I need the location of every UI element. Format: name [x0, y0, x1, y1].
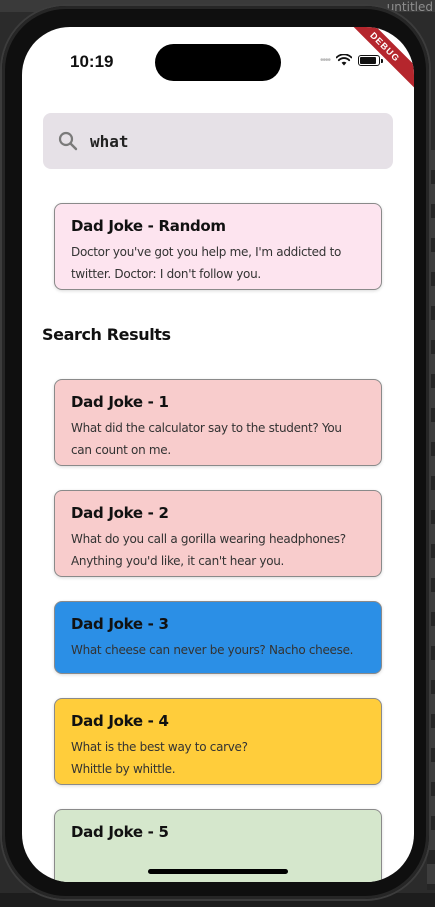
signal-icon: •••• — [319, 54, 331, 66]
battery-icon — [358, 54, 383, 66]
status-time: 10:19 — [70, 52, 114, 71]
phone-frame: 10:19 •••• DEBUG what Dad Joke - Random … — [2, 6, 429, 899]
result-card-4[interactable]: Dad Joke - 4 What is the best way to car… — [54, 698, 382, 785]
random-joke-card[interactable]: Dad Joke - Random Doctor you've got you … — [54, 203, 382, 290]
card-body: What is the best way to carve? Whittle b… — [71, 740, 248, 776]
card-title: Dad Joke - 3 — [71, 615, 169, 633]
app-screen: 10:19 •••• DEBUG what Dad Joke - Random … — [22, 27, 414, 882]
search-results-heading: Search Results — [42, 325, 171, 344]
wifi-icon — [336, 54, 352, 66]
search-input[interactable]: what — [90, 132, 129, 151]
result-card-1[interactable]: Dad Joke - 1 What did the calculator say… — [54, 379, 382, 466]
dynamic-island — [155, 44, 281, 81]
card-body: What cheese can never be yours? Nacho ch… — [71, 643, 354, 657]
card-title: Dad Joke - 4 — [71, 712, 169, 730]
card-title: Dad Joke - 5 — [71, 823, 169, 841]
search-icon — [58, 131, 78, 151]
result-card-2[interactable]: Dad Joke - 2 What do you call a gorilla … — [54, 490, 382, 577]
card-body: Doctor you've got you help me, I'm addic… — [71, 245, 342, 281]
card-body: What did the calculator say to the stude… — [71, 421, 342, 457]
search-bar[interactable]: what — [43, 113, 393, 169]
card-title: Dad Joke - 1 — [71, 393, 169, 411]
card-body: What do you call a gorilla wearing headp… — [71, 532, 346, 568]
home-indicator[interactable] — [148, 869, 288, 874]
card-title: Dad Joke - Random — [71, 217, 226, 235]
status-icons: •••• — [319, 54, 383, 66]
card-title: Dad Joke - 2 — [71, 504, 169, 522]
result-card-3[interactable]: Dad Joke - 3 What cheese can never be yo… — [54, 601, 382, 674]
